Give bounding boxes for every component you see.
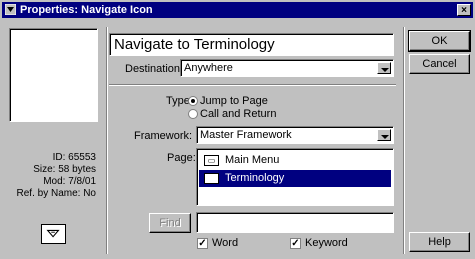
- page-label: Page:: [167, 152, 196, 164]
- window-title: Properties: Navigate Icon: [20, 4, 153, 16]
- call-and-return-radio[interactable]: [188, 109, 198, 119]
- find-button[interactable]: Find: [149, 213, 191, 233]
- framework-value: Master Framework: [200, 129, 292, 141]
- icon-size: Size: 58 bytes: [33, 164, 96, 175]
- jump-to-page-radio[interactable]: [188, 96, 198, 106]
- framework-select[interactable]: Master Framework: [196, 126, 394, 144]
- destination-select[interactable]: Anywhere: [180, 59, 394, 77]
- navigate-icon: [5, 4, 16, 15]
- icon-name-value: Navigate to Terminology: [114, 36, 275, 53]
- section-divider: [109, 84, 396, 86]
- call-and-return-label[interactable]: Call and Return: [200, 108, 276, 120]
- icon-modified: Mod: 7/8/01: [43, 176, 96, 187]
- keyword-checkbox[interactable]: ✓: [290, 238, 301, 249]
- framework-label: Framework:: [134, 130, 193, 142]
- icon-id: ID: 65553: [52, 152, 96, 163]
- page-icon: ▭: [204, 173, 219, 184]
- keyword-label[interactable]: Keyword: [305, 237, 348, 249]
- destination-value: Anywhere: [184, 62, 233, 74]
- find-input[interactable]: [196, 212, 394, 233]
- close-button[interactable]: ×: [457, 4, 471, 16]
- page-list-item-terminology[interactable]: ▭ Terminology: [199, 170, 391, 187]
- icon-ref-by-name: Ref. by Name: No: [16, 188, 96, 199]
- destination-label: Destination:: [125, 63, 184, 75]
- left-divider: [106, 27, 108, 254]
- help-button[interactable]: Help: [409, 232, 470, 252]
- page-list-item-main-menu[interactable]: ▭ Main Menu: [199, 152, 391, 169]
- ok-button[interactable]: OK: [408, 30, 471, 52]
- chevron-down-icon[interactable]: [377, 129, 391, 141]
- word-label[interactable]: Word: [212, 237, 238, 249]
- chevron-down-icon[interactable]: [377, 62, 391, 74]
- icon-glyph-box[interactable]: [41, 224, 66, 244]
- icon-name-field[interactable]: Navigate to Terminology: [109, 33, 394, 56]
- jump-to-page-label[interactable]: Jump to Page: [200, 95, 268, 107]
- word-checkbox[interactable]: ✓: [197, 238, 208, 249]
- cancel-button[interactable]: Cancel: [409, 54, 470, 74]
- page-icon: ▭: [204, 155, 219, 166]
- navigate-glyph-icon: [46, 229, 60, 238]
- page-list[interactable]: ▭ Main Menu ▭ Terminology: [196, 148, 394, 206]
- right-divider: [403, 27, 405, 254]
- properties-dialog: Properties: Navigate Icon × ID: 65553 Si…: [0, 0, 475, 259]
- icon-preview: [9, 28, 98, 122]
- title-bar[interactable]: Properties: Navigate Icon ×: [2, 2, 473, 18]
